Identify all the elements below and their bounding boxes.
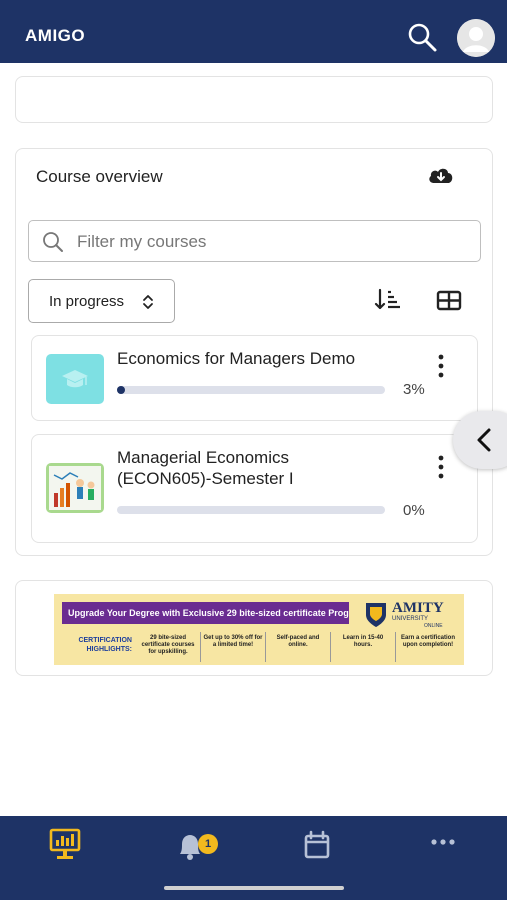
amity-online: ONLINE xyxy=(424,623,443,629)
progress-fill xyxy=(117,386,126,394)
sort-icon[interactable] xyxy=(374,287,402,313)
banner-highlight: Get up to 30% off for a limited time! xyxy=(200,632,265,662)
search-icon xyxy=(41,230,65,254)
chevron-up-down-icon xyxy=(141,294,155,310)
bell-icon[interactable]: 1 xyxy=(170,826,218,866)
filter-courses-input[interactable]: Filter my courses xyxy=(28,220,481,262)
course-overview-card: Course overview Filter my courses In pro… xyxy=(15,148,493,556)
calendar-icon[interactable] xyxy=(297,826,337,866)
course-title[interactable]: Managerial Economics (ECON605)-Semester … xyxy=(117,447,377,489)
progress-percent: 3% xyxy=(403,381,425,398)
dashboard-icon[interactable] xyxy=(45,826,85,866)
course-thumbnail[interactable] xyxy=(46,354,104,404)
course-menu-icon[interactable] xyxy=(432,353,450,379)
home-indicator xyxy=(164,886,344,890)
cloud-download-icon[interactable] xyxy=(426,163,456,187)
banner-highlight: Self-paced and online. xyxy=(265,632,330,662)
amity-wordmark: AMITY xyxy=(392,600,444,616)
amity-logo: AMITY UNIVERSITY ONLINE xyxy=(364,600,456,630)
notification-badge: 1 xyxy=(198,834,218,854)
course-card[interactable]: Economics for Managers Demo 3% xyxy=(31,335,478,421)
status-filter-label: In progress xyxy=(49,293,125,310)
banner-highlights: 29 bite-sized certificate courses for up… xyxy=(136,632,460,662)
progress-percent: 0% xyxy=(403,502,425,519)
grid-view-icon[interactable] xyxy=(435,289,463,313)
course-card[interactable]: Managerial Economics (ECON605)-Semester … xyxy=(31,434,478,543)
more-icon[interactable] xyxy=(423,826,463,866)
course-overview-title: Course overview xyxy=(36,167,163,186)
drawer-toggle-button[interactable] xyxy=(453,411,507,469)
chevron-left-icon xyxy=(477,428,491,452)
filter-placeholder: Filter my courses xyxy=(77,232,207,251)
course-menu-icon[interactable] xyxy=(432,454,450,480)
course-title[interactable]: Economics for Managers Demo xyxy=(117,348,355,369)
banner-headline: Upgrade Your Degree with Exclusive 29 bi… xyxy=(62,602,349,624)
banner-highlight: Learn in 15-40 hours. xyxy=(330,632,395,662)
app-title[interactable]: AMIGO xyxy=(25,26,85,46)
empty-block-card xyxy=(15,76,493,123)
course-thumbnail[interactable] xyxy=(46,463,104,513)
certification-highlights-label: CERTIFICATION HIGHLIGHTS: xyxy=(78,637,132,653)
progress-bar xyxy=(117,506,385,514)
status-filter-select[interactable]: In progress xyxy=(28,279,175,323)
amity-university: UNIVERSITY xyxy=(392,616,429,622)
search-icon[interactable] xyxy=(404,19,440,55)
banner-highlight: 29 bite-sized certificate courses for up… xyxy=(141,635,195,655)
promo-banner-image[interactable]: Upgrade Your Degree with Exclusive 29 bi… xyxy=(54,594,464,665)
user-avatar-icon[interactable] xyxy=(457,19,495,57)
banner-highlight: Earn a certification upon completion! xyxy=(395,632,460,662)
promo-banner-card: Upgrade Your Degree with Exclusive 29 bi… xyxy=(15,580,493,676)
progress-bar xyxy=(117,386,385,394)
top-bar: AMIGO xyxy=(0,0,507,63)
